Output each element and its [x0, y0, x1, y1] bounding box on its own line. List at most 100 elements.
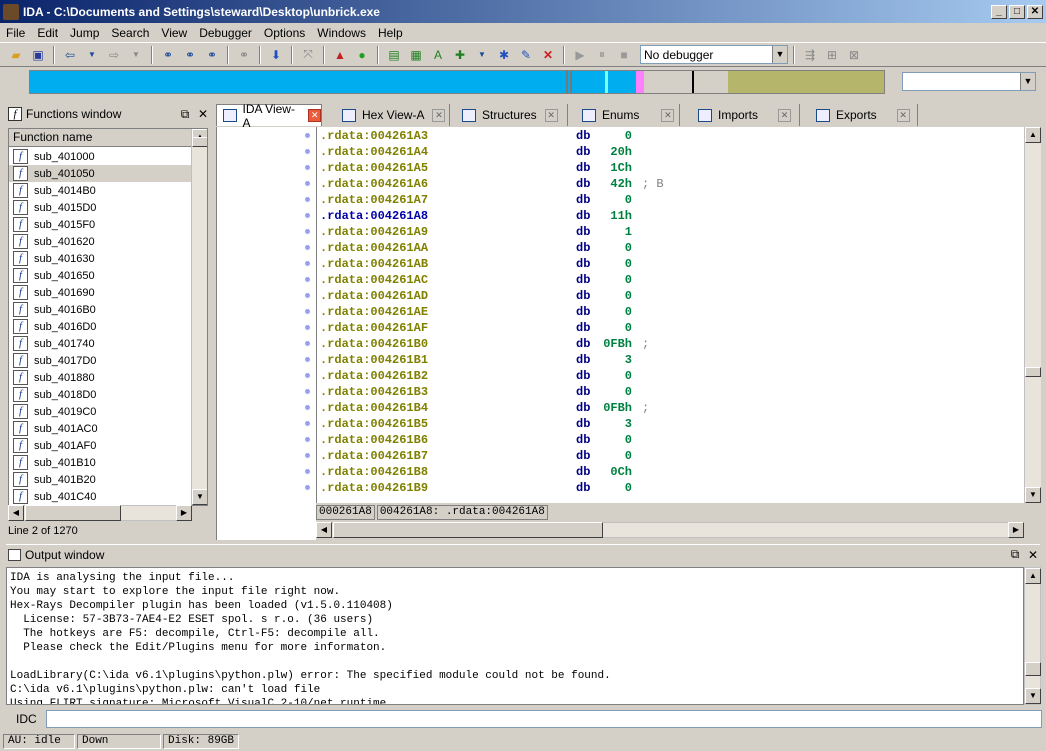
binoculars-text-icon[interactable]: ⚭ [180, 45, 200, 65]
chevron-down-icon[interactable]: ▼ [1020, 73, 1035, 90]
disassembly-line[interactable]: .rdata:004261B9 db 0 [320, 480, 1020, 496]
function-list-item[interactable]: f sub_4014B0 [9, 182, 193, 199]
function-list-item[interactable]: f sub_401620 [9, 233, 193, 250]
close-icon[interactable]: ✕ [308, 109, 321, 122]
disassembly-vertical-scrollbar[interactable]: ▲ ▼ [1024, 127, 1041, 503]
close-icon[interactable]: ✕ [432, 108, 446, 122]
disassembly-line[interactable]: .rdata:004261B1 db 3 [320, 352, 1020, 368]
close-icon[interactable]: ✕ [778, 108, 792, 122]
dropdown-arrow-icon[interactable]: ▼ [82, 45, 102, 65]
function-list-item[interactable]: f sub_4018D0 [9, 386, 193, 403]
disassembly-line[interactable]: .rdata:004261A6 db 42h ; B [320, 176, 1020, 192]
disassembly-line[interactable]: .rdata:004261A7 db 0 [320, 192, 1020, 208]
function-list-item[interactable]: f sub_401B10 [9, 454, 193, 471]
minimize-button[interactable]: _ [991, 4, 1007, 19]
tab-exports[interactable]: Exports ✕ [810, 104, 918, 126]
function-list-item[interactable]: f sub_4016D0 [9, 318, 193, 335]
debugger-select[interactable]: No debugger ▼ [640, 45, 788, 64]
array-icon[interactable]: ✚ [450, 45, 470, 65]
chevron-down-icon[interactable]: ▼ [772, 46, 787, 63]
menu-options[interactable]: Options [258, 26, 311, 40]
function-list-item[interactable]: f sub_401000 [9, 148, 193, 165]
tab-ida-view-a[interactable]: IDA View-A ✕ [216, 102, 322, 130]
dropdown-arrow-icon[interactable]: ▼ [126, 45, 146, 65]
function-list-item[interactable]: f sub_401AF0 [9, 437, 193, 454]
tab-hex-view-a[interactable]: Hex View-A ✕ [336, 104, 450, 126]
open-folder-icon[interactable]: ▰ [6, 45, 26, 65]
disassembly-listing[interactable]: .rdata:004261A3 db 0 .rdata:004261A4 db 20h .r… [316, 127, 1024, 503]
function-list-item[interactable]: f sub_401AC0 [9, 420, 193, 437]
function-list-item[interactable]: f sub_401C40 [9, 488, 193, 505]
stop-icon[interactable]: ■ [614, 45, 634, 65]
code-icon[interactable]: ▤ [384, 45, 404, 65]
close-icon[interactable]: ✕ [896, 108, 910, 122]
tab-imports[interactable]: Imports ✕ [692, 104, 800, 126]
forward-arrow-icon[interactable]: ⇨ [104, 45, 124, 65]
scroll-left-icon[interactable]: ◀ [316, 522, 332, 538]
scroll-down-icon[interactable]: ▼ [1025, 487, 1041, 503]
function-list-item[interactable]: f sub_4019C0 [9, 403, 193, 420]
tab-enums[interactable]: Enums ✕ [576, 104, 680, 126]
menu-edit[interactable]: Edit [31, 26, 64, 40]
breakpoint-icon[interactable]: ⊞ [822, 45, 842, 65]
search-next-icon[interactable]: ⚭ [234, 45, 254, 65]
idc-command-input[interactable] [46, 709, 1042, 728]
functions-list[interactable]: Function name f sub_401000 f sub_401050 f sub… [8, 128, 208, 506]
struct-icon[interactable]: ✱ [494, 45, 514, 65]
function-name-column-header[interactable]: Function name [9, 129, 193, 147]
disassembly-line[interactable]: .rdata:004261AE db 0 [320, 304, 1020, 320]
disassembly-line[interactable]: .rdata:004261B6 db 0 [320, 432, 1020, 448]
function-list-item[interactable]: f sub_401B20 [9, 471, 193, 488]
scroll-thumb[interactable] [25, 505, 121, 521]
disassembly-line[interactable]: .rdata:004261B8 db 0Ch [320, 464, 1020, 480]
close-icon[interactable]: ✕ [661, 108, 675, 122]
disassembly-line[interactable]: .rdata:004261AC db 0 [320, 272, 1020, 288]
debug-step-icon[interactable]: ⇶ [800, 45, 820, 65]
disassembly-line[interactable]: .rdata:004261B3 db 0 [320, 384, 1020, 400]
menu-jump[interactable]: Jump [64, 26, 105, 40]
binoculars-icon[interactable]: ⚭ [158, 45, 178, 65]
function-list-item[interactable]: f sub_401690 [9, 284, 193, 301]
scroll-thumb[interactable] [333, 522, 603, 538]
disassembly-line[interactable]: .rdata:004261B4 db 0FBh; [320, 400, 1020, 416]
output-vertical-scrollbar[interactable]: ▲ ▼ [1024, 567, 1041, 705]
function-list-item[interactable]: f sub_4015F0 [9, 216, 193, 233]
disassembly-line[interactable]: .rdata:004261A8 db 11h [320, 208, 1020, 224]
disassembly-line[interactable]: .rdata:004261B7 db 0 [320, 448, 1020, 464]
down-arrow-icon[interactable]: ⬇ [266, 45, 286, 65]
close-icon[interactable]: ✕ [1026, 548, 1040, 562]
disassembly-line[interactable]: .rdata:004261A4 db 20h [320, 144, 1020, 160]
maximize-button[interactable]: □ [1009, 4, 1025, 19]
pause-icon[interactable]: ⏸ [592, 45, 612, 65]
scroll-up-icon[interactable]: ▲ [1025, 127, 1041, 143]
scroll-up-icon[interactable]: ▲ [1025, 568, 1041, 584]
close-icon[interactable]: ✕ [196, 107, 210, 121]
function-list-item[interactable]: f sub_401740 [9, 335, 193, 352]
disassembly-line[interactable]: .rdata:004261B0 db 0FBh; [320, 336, 1020, 352]
menu-help[interactable]: Help [372, 26, 409, 40]
binoculars-hex-icon[interactable]: ⚭ [202, 45, 222, 65]
breakpoint-delete-icon[interactable]: ⊠ [844, 45, 864, 65]
disassembly-line[interactable]: .rdata:004261B5 db 3 [320, 416, 1020, 432]
scroll-thumb[interactable] [1025, 367, 1041, 377]
function-list-item[interactable]: f sub_4016B0 [9, 301, 193, 318]
edit-icon[interactable]: ✎ [516, 45, 536, 65]
navigation-combo[interactable]: ▼ [902, 72, 1036, 91]
disassembly-line[interactable]: .rdata:004261B2 db 0 [320, 368, 1020, 384]
menu-debugger[interactable]: Debugger [193, 26, 258, 40]
data-icon[interactable]: ▦ [406, 45, 426, 65]
idc-label[interactable]: IDC [6, 712, 46, 726]
graph-icon[interactable]: ⤧ [298, 45, 318, 65]
string-icon[interactable]: A [428, 45, 448, 65]
back-arrow-icon[interactable]: ⇦ [60, 45, 80, 65]
output-log[interactable]: IDA is analysing the input file... You ma… [6, 567, 1024, 705]
menu-file[interactable]: File [0, 26, 31, 40]
close-button[interactable]: ✕ [1027, 4, 1043, 19]
scroll-down-icon[interactable]: ▼ [192, 489, 207, 505]
disassembly-line[interactable]: .rdata:004261AF db 0 [320, 320, 1020, 336]
function-list-item[interactable]: f sub_401880 [9, 369, 193, 386]
disassembly-line[interactable]: .rdata:004261AA db 0 [320, 240, 1020, 256]
dropdown-arrow-icon[interactable]: ▼ [472, 45, 492, 65]
navigation-band[interactable] [29, 70, 885, 94]
tab-structures[interactable]: Structures ✕ [456, 104, 568, 126]
